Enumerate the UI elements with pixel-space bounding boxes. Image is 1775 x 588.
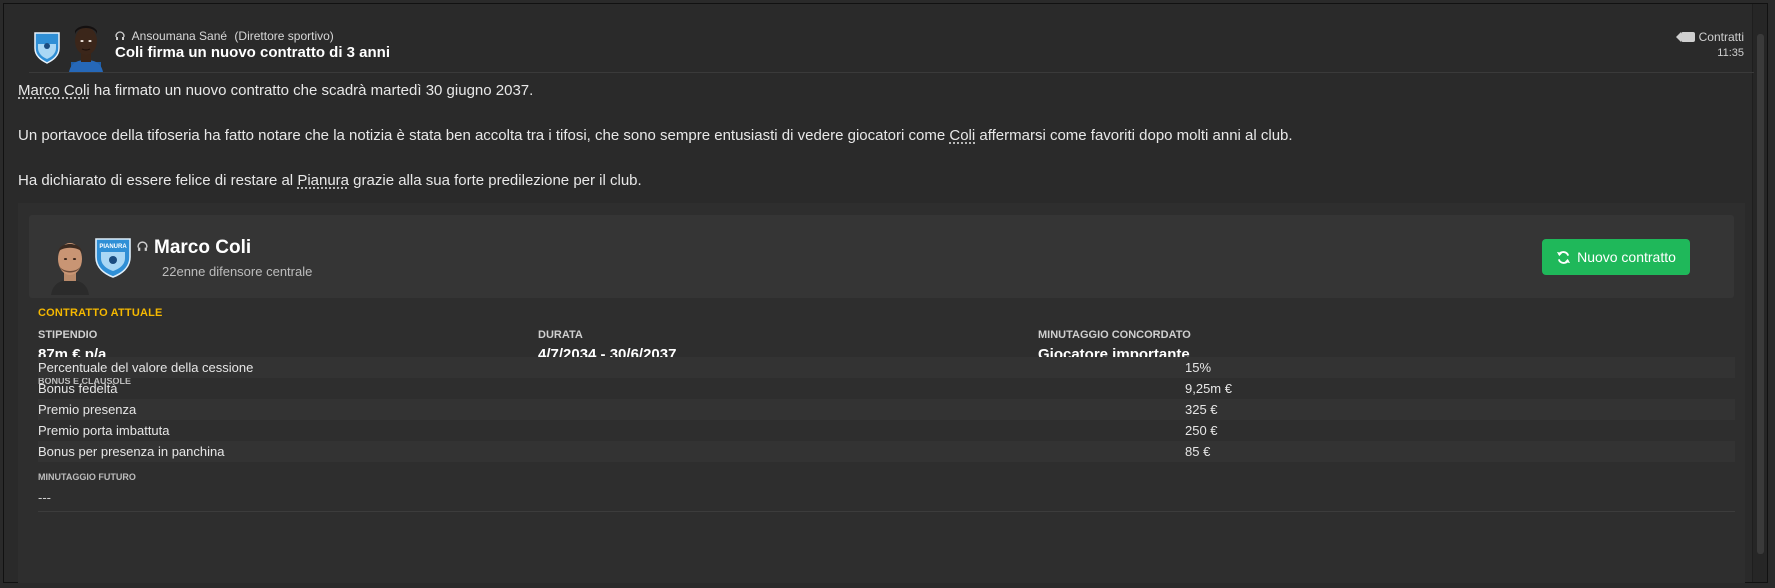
section-title-current-contract: CONTRATTO ATTUALE [38, 307, 163, 319]
divider [38, 511, 1735, 512]
player-description: 22enne difensore centrale [162, 264, 313, 279]
player-name[interactable]: Marco Coli [137, 237, 251, 259]
sender-info: Ansoumana Sané (Direttore sportivo) [115, 29, 334, 43]
player-avatar[interactable] [49, 235, 91, 295]
bonus-value: 9,25m € [1185, 381, 1232, 396]
table-row: Premio porta imbattuta 250 € [38, 420, 1735, 441]
news-category[interactable]: Contratti [1675, 30, 1744, 44]
future-playing-time-value: --- [38, 490, 51, 505]
duration-label: DURATA [538, 329, 583, 341]
club-link[interactable]: Pianura [297, 172, 349, 189]
future-playing-time-label: MINUTAGGIO FUTURO [38, 472, 136, 482]
bonus-name: Bonus fedeltà [38, 381, 118, 396]
bonus-value: 85 € [1185, 444, 1211, 459]
bonus-value: 250 € [1185, 423, 1218, 438]
sender-avatar[interactable] [65, 22, 107, 72]
sender-name[interactable]: Ansoumana Sané [132, 29, 227, 43]
badge-text: PIANURA [99, 244, 127, 250]
refresh-icon [1557, 250, 1571, 264]
club-badge-icon[interactable]: PIANURA [93, 235, 133, 279]
news-header: Ansoumana Sané (Direttore sportivo) Coli… [29, 20, 1754, 73]
category-label: Contratti [1698, 30, 1744, 44]
table-row: Premio presenza 325 € [38, 399, 1735, 420]
bonus-value: 325 € [1185, 402, 1218, 417]
table-row: Percentuale del valore della cessione 15… [38, 357, 1735, 378]
new-contract-label: Nuovo contratto [1577, 249, 1676, 265]
bonus-name: Percentuale del valore della cessione [38, 360, 254, 375]
scrollbar[interactable] [1752, 4, 1767, 582]
contract-card: PIANURA Marco Coli 22enne difensore cent… [18, 203, 1745, 583]
news-item-panel: Ansoumana Sané (Direttore sportivo) Coli… [3, 3, 1768, 583]
news-time: 11:35 [1717, 47, 1744, 59]
tag-icon [1675, 32, 1695, 42]
paragraph-3: Ha dichiarato di essere felice di restar… [18, 172, 642, 189]
news-body: Marco Coli ha firmato un nuovo contratto… [18, 82, 1738, 190]
new-contract-button[interactable]: Nuovo contratto [1542, 239, 1690, 275]
paragraph-2: Un portavoce della tifoseria ha fatto no… [18, 127, 1293, 144]
table-row: Bonus per presenza in panchina 85 € [38, 441, 1735, 462]
person-icon [115, 31, 125, 41]
bonus-name: Bonus per presenza in panchina [38, 444, 225, 459]
bonus-name: Premio porta imbattuta [38, 423, 170, 438]
bonus-name: Premio presenza [38, 402, 137, 417]
club-badge-icon [34, 32, 60, 64]
news-headline: Coli firma un nuovo contratto di 3 anni [115, 44, 391, 61]
person-icon [137, 241, 148, 252]
scrollbar-thumb[interactable] [1757, 34, 1764, 554]
sender-role: (Direttore sportivo) [234, 29, 334, 43]
paragraph-1: Marco Coli ha firmato un nuovo contratto… [18, 82, 534, 99]
wage-label: STIPENDIO [38, 329, 98, 341]
playing-time-label: MINUTAGGIO CONCORDATO [1038, 329, 1191, 341]
contract-card-header: PIANURA Marco Coli 22enne difensore cent… [29, 215, 1734, 298]
player-link[interactable]: Marco Coli [18, 82, 90, 99]
player-link[interactable]: Coli [949, 127, 975, 144]
bonus-value: 15% [1185, 360, 1212, 375]
table-row: Bonus fedeltà 9,25m € [38, 378, 1735, 399]
